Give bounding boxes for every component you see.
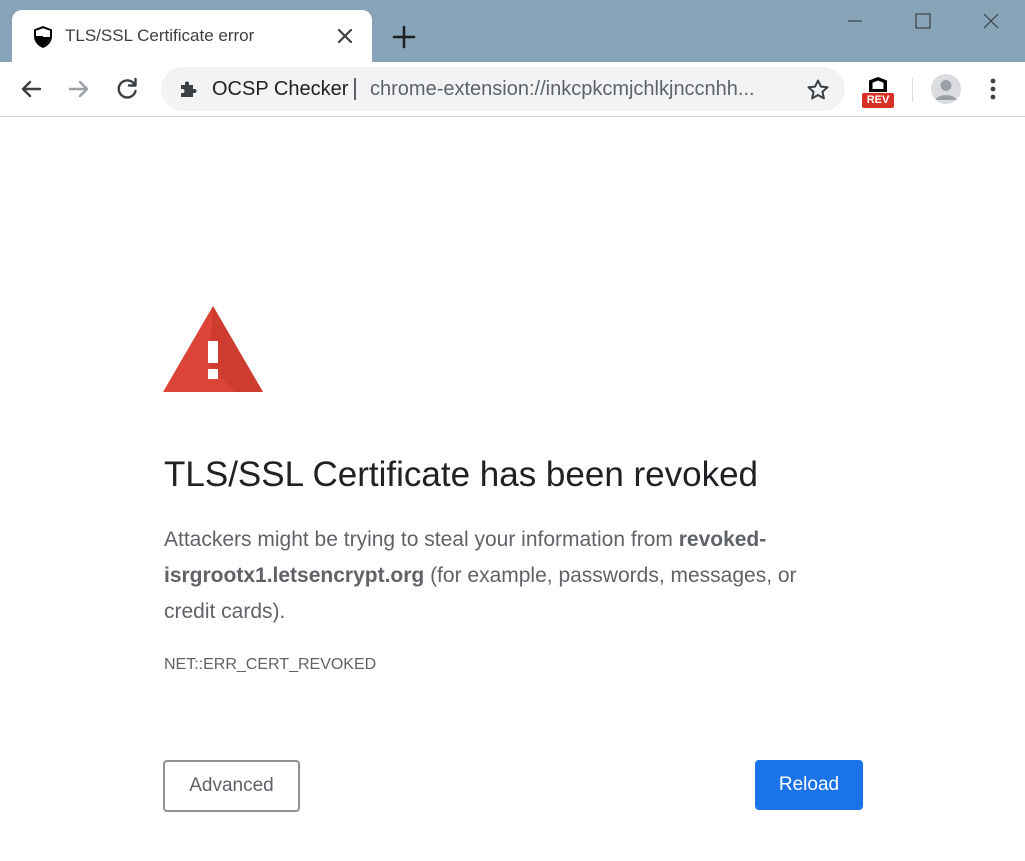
toolbar-divider <box>912 78 913 102</box>
site-label: OCSP Checker <box>212 78 349 100</box>
more-menu-icon[interactable] <box>980 74 1006 104</box>
profile-avatar-icon[interactable] <box>931 74 961 104</box>
tab-active[interactable]: TLS/SSL Certificate error <box>12 10 372 62</box>
warning-triangle-icon <box>163 306 263 392</box>
bookmark-star-icon[interactable] <box>806 78 830 102</box>
maximize-icon[interactable] <box>908 8 938 34</box>
tab-title: TLS/SSL Certificate error <box>65 26 255 45</box>
message-prefix: Attackers might be trying to steal your … <box>164 528 679 551</box>
puzzle-piece-icon <box>181 81 197 97</box>
forward-arrow-icon[interactable] <box>64 74 94 104</box>
error-code[interactable]: NET::ERR_CERT_REVOKED <box>164 656 376 674</box>
back-arrow-icon[interactable] <box>16 74 46 104</box>
browser-toolbar: OCSP Checker chrome-extension://inkcpkcm… <box>0 62 1025 117</box>
rev-badge: REV <box>862 93 894 108</box>
tab-close-icon[interactable] <box>334 25 356 47</box>
shield-icon <box>34 26 52 48</box>
ocsp-extension-button[interactable]: REV <box>860 76 896 110</box>
url-text[interactable]: chrome-extension://inkcpkcmjchlkjnccnhh.… <box>370 78 780 101</box>
warning-message: Attackers might be trying to steal your … <box>164 522 844 630</box>
person-icon <box>935 80 957 100</box>
page-title: TLS/SSL Certificate has been revoked <box>164 455 759 494</box>
omnibox-separator <box>354 78 356 100</box>
title-bar: TLS/SSL Certificate error <box>0 0 1025 62</box>
reload-icon[interactable] <box>112 74 142 104</box>
close-icon[interactable] <box>976 8 1006 34</box>
address-bar[interactable]: OCSP Checker chrome-extension://inkcpkcm… <box>161 67 845 111</box>
reload-button[interactable]: Reload <box>755 760 863 810</box>
minimize-icon[interactable] <box>840 8 870 34</box>
new-tab-icon[interactable] <box>391 24 417 50</box>
advanced-button[interactable]: Advanced <box>163 760 300 812</box>
